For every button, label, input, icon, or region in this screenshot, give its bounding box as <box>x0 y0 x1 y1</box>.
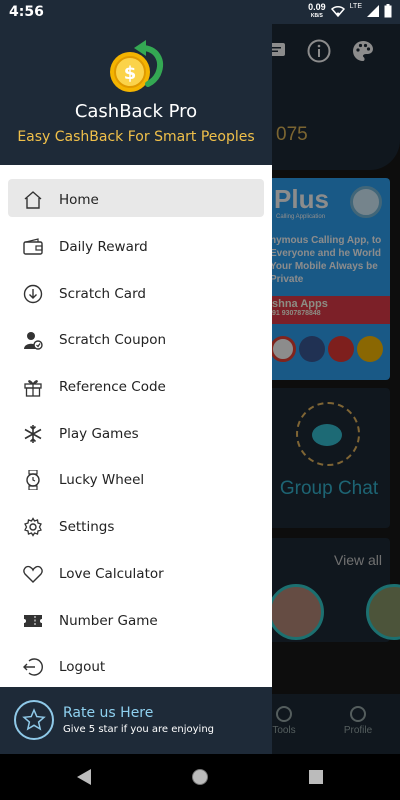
watch-icon <box>22 469 44 491</box>
status-time: 4:56 <box>9 4 44 20</box>
status-bar: 4:56 0.09 KB/S LTE <box>0 0 400 24</box>
logout-icon <box>22 656 44 678</box>
gift-icon <box>22 376 44 398</box>
svg-text:$: $ <box>124 63 137 84</box>
ticket-icon <box>22 610 44 632</box>
gear-icon <box>22 516 44 538</box>
drawer-menu: Home Daily Reward Scratch Card Scratch C… <box>0 165 272 691</box>
user-badge-icon <box>22 329 44 351</box>
rate-subtitle: Give 5 star if you are enjoying <box>63 724 215 735</box>
wifi-icon <box>330 5 345 19</box>
menu-item-scratch-coupon[interactable]: Scratch Coupon <box>0 317 272 364</box>
menu-item-reference-code[interactable]: Reference Code <box>0 364 272 411</box>
menu-item-love-calculator[interactable]: Love Calculator <box>0 551 272 598</box>
navigation-drawer: $ CashBack Pro Easy CashBack For Smart P… <box>0 24 272 754</box>
rate-title: Rate us Here <box>63 705 154 721</box>
lte-label: LTE <box>349 3 362 10</box>
home-button-icon[interactable] <box>189 766 211 788</box>
battery-icon <box>384 4 392 20</box>
menu-item-home[interactable]: Home <box>0 177 272 224</box>
download-circle-icon <box>22 283 44 305</box>
menu-item-settings[interactable]: Settings <box>0 504 272 551</box>
heart-icon <box>22 563 44 585</box>
menu-item-logout[interactable]: Logout <box>0 644 272 691</box>
menu-item-number-game[interactable]: Number Game <box>0 597 272 644</box>
back-icon[interactable] <box>73 766 95 788</box>
network-speed: 0.09 KB/S <box>308 2 326 20</box>
menu-item-play-games[interactable]: Play Games <box>0 410 272 457</box>
drawer-header: $ CashBack Pro Easy CashBack For Smart P… <box>0 24 272 165</box>
star-icon <box>14 700 54 740</box>
snowflake-icon <box>22 423 44 445</box>
app-tagline: Easy CashBack For Smart Peoples <box>17 129 255 145</box>
recents-icon[interactable] <box>305 766 327 788</box>
app-title: CashBack Pro <box>74 101 198 122</box>
signal-icon <box>367 5 379 19</box>
wallet-icon <box>22 236 44 258</box>
rate-us-banner[interactable]: Rate us Here Give 5 star if you are enjo… <box>0 687 272 754</box>
cashback-logo-icon: $ <box>110 40 163 92</box>
menu-item-scratch-card[interactable]: Scratch Card <box>0 270 272 317</box>
menu-item-daily-reward[interactable]: Daily Reward <box>0 224 272 271</box>
home-icon <box>22 189 44 211</box>
system-nav-bar <box>0 754 400 800</box>
menu-item-lucky-wheel[interactable]: Lucky Wheel <box>0 457 272 504</box>
